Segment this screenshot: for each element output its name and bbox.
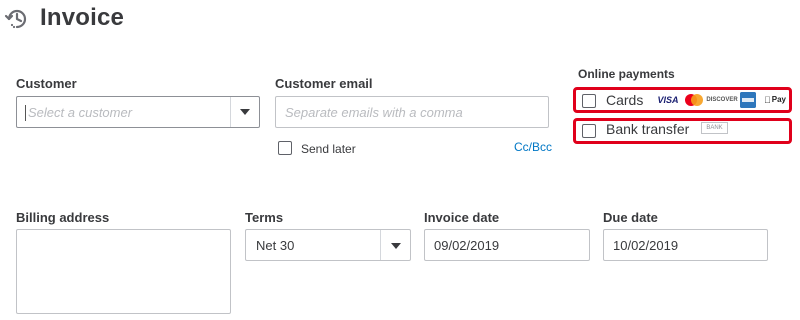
apple-pay-icon:  Pay — [764, 94, 786, 106]
chevron-down-icon[interactable] — [391, 243, 401, 249]
invoice-date-label: Invoice date — [424, 210, 500, 225]
due-date-value: 10/02/2019 — [613, 238, 679, 253]
chevron-down-icon[interactable] — [240, 109, 250, 115]
bank-transfer-label: Bank transfer — [606, 121, 690, 137]
select-divider — [230, 97, 231, 127]
billing-address-field[interactable] — [16, 229, 231, 314]
terms-select[interactable]: Net 30 — [245, 229, 411, 261]
terms-value: Net 30 — [256, 238, 295, 253]
amex-icon — [740, 92, 756, 108]
customer-select[interactable]: Select a customer — [16, 96, 260, 128]
due-date-field[interactable]: 10/02/2019 — [603, 229, 768, 261]
due-date-label: Due date — [603, 210, 658, 225]
send-later-checkbox[interactable] — [278, 141, 292, 155]
online-payments-label: Online payments — [578, 67, 675, 81]
terms-label: Terms — [245, 210, 284, 225]
customer-email-field[interactable]: Separate emails with a comma — [275, 96, 549, 128]
text-cursor — [25, 105, 26, 121]
invoice-page: Invoice Customer Select a customer Custo… — [0, 0, 800, 320]
customer-placeholder: Select a customer — [28, 105, 133, 120]
mastercard-icon — [683, 93, 705, 107]
cards-label: Cards — [606, 92, 644, 108]
cc-bcc-link[interactable]: Cc/Bcc — [514, 140, 552, 154]
bank-transfer-checkbox[interactable] — [582, 124, 596, 138]
discover-icon: DISCOVER — [706, 97, 738, 103]
bank-icon: BANK — [701, 122, 728, 134]
billing-address-label: Billing address — [16, 210, 110, 225]
cards-checkbox[interactable] — [582, 94, 596, 108]
visa-icon: VISA — [657, 94, 679, 105]
recurring-clock-icon — [4, 6, 30, 32]
send-later-label: Send later — [301, 142, 356, 156]
invoice-date-field[interactable]: 09/02/2019 — [424, 229, 590, 261]
apple-pay-label: Pay — [768, 95, 786, 104]
customer-email-label: Customer email — [275, 76, 373, 91]
apple-logo-icon:  — [764, 95, 771, 105]
customer-email-placeholder: Separate emails with a comma — [285, 105, 463, 120]
customer-label: Customer — [16, 76, 77, 91]
invoice-date-value: 09/02/2019 — [434, 238, 500, 253]
page-title: Invoice — [40, 4, 125, 31]
select-divider — [380, 230, 381, 260]
